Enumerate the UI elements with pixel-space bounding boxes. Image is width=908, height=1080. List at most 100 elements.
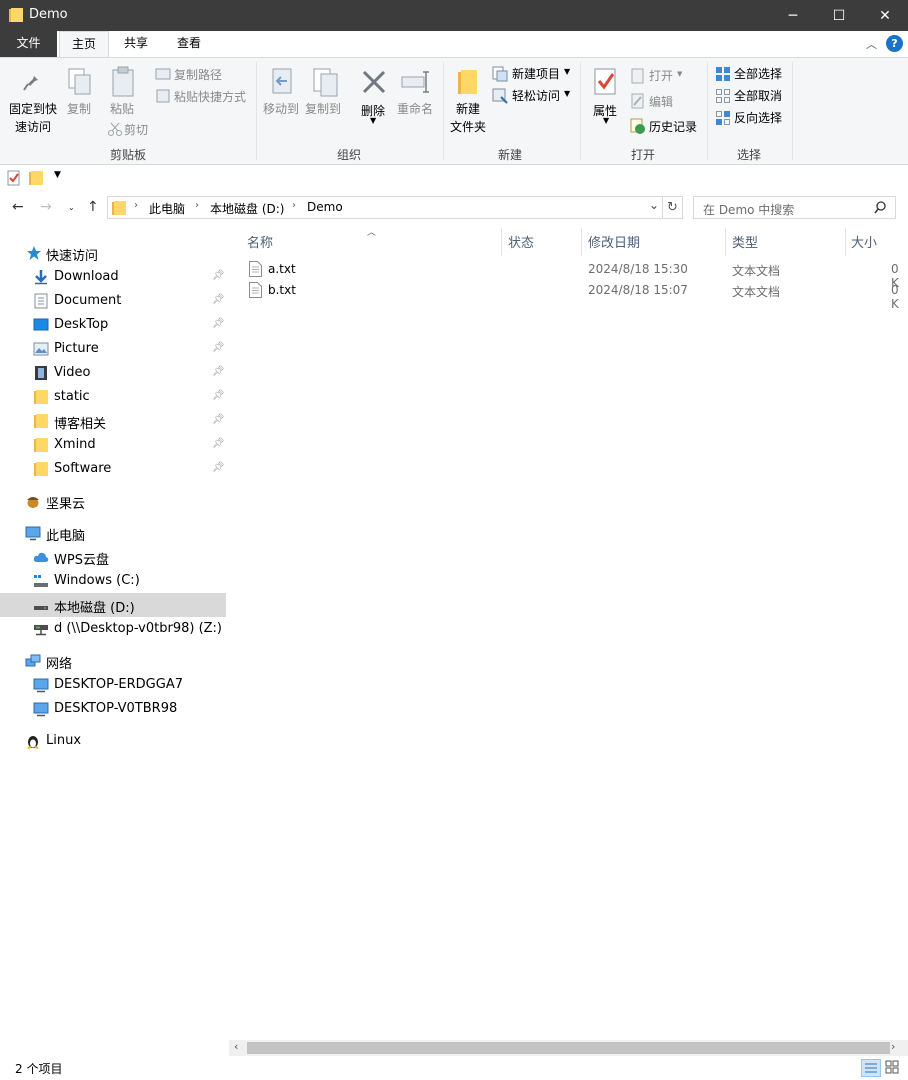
search-input[interactable]: 在 Demo 中搜索 — [693, 196, 896, 219]
file-row[interactable]: b.txt 2024/8/18 15:07 文本文档 0 K — [245, 280, 908, 311]
horizontal-scrollbar[interactable]: ‹ › — [229, 1040, 908, 1056]
refresh-icon: ↻ — [667, 200, 678, 215]
invert-selection-button[interactable]: 反向选择 — [734, 109, 782, 126]
maximize-button[interactable]: ☐ — [816, 0, 862, 31]
nav-item-network-drive[interactable]: d (\\Desktop-v0tbr98) (Z:) — [0, 617, 226, 641]
delete-dropdown-icon[interactable]: ▼ — [370, 116, 376, 125]
breadcrumb-demo[interactable]: Demo — [307, 200, 343, 214]
large-icons-view-button[interactable] — [883, 1059, 903, 1077]
open-dropdown-icon[interactable]: ▼ — [677, 70, 682, 78]
properties-icon[interactable] — [7, 170, 21, 186]
column-header-name[interactable]: 名称 — [247, 232, 273, 251]
tab-view[interactable]: 查看 — [164, 31, 214, 57]
file-list: ︿ 名称 状态 修改日期 类型 大小 a.txt 2024/8/18 15:30… — [229, 228, 908, 1040]
breadcrumb-separator[interactable]: › — [134, 200, 138, 211]
navigation-pane: 快速访问 Download 📌︎ Document 📌︎ DeskTop 📌︎ … — [0, 228, 228, 1051]
copy-to-button[interactable]: 复制到 — [305, 100, 341, 117]
file-row[interactable]: a.txt 2024/8/18 15:30 文本文档 0 K — [245, 259, 908, 290]
open-button[interactable]: 打开 — [649, 67, 673, 84]
cloud-icon — [33, 552, 49, 562]
nav-item-software[interactable]: Software 📌︎ — [0, 457, 226, 481]
easy-access-dropdown-icon[interactable]: ▼ — [564, 89, 570, 98]
nav-item-xmind[interactable]: Xmind 📌︎ — [0, 433, 226, 457]
forward-arrow-icon[interactable]: → — [40, 199, 52, 215]
breadcrumb-separator[interactable]: › — [195, 200, 199, 211]
up-arrow-icon[interactable]: ↑ — [87, 199, 99, 215]
copy-to-icon — [313, 68, 338, 97]
new-item-button[interactable]: 新建项目 — [512, 65, 560, 82]
breadcrumb-d-drive[interactable]: 本地磁盘 (D:) — [210, 200, 284, 217]
column-header-size[interactable]: 大小 — [851, 232, 877, 251]
nav-item-desktop-v0tbr98[interactable]: DESKTOP-V0TBR98 — [0, 697, 226, 721]
nav-item-document[interactable]: Document 📌︎ — [0, 289, 226, 313]
window-title: Demo — [29, 7, 68, 22]
network-icon — [25, 654, 41, 667]
cut-button[interactable]: 剪切 — [124, 121, 148, 138]
column-header-status[interactable]: 状态 — [508, 232, 534, 251]
new-folder-icon[interactable] — [29, 170, 43, 186]
select-none-button[interactable]: 全部取消 — [734, 87, 782, 104]
nav-item-blog[interactable]: 博客相关 📌︎ — [0, 409, 226, 433]
tab-home[interactable]: 主页 — [59, 31, 109, 58]
tab-file[interactable]: 文件 — [0, 31, 57, 57]
close-button[interactable]: ✕ — [862, 0, 908, 31]
column-header-type[interactable]: 类型 — [732, 232, 758, 251]
refresh-button[interactable]: ↻ — [663, 196, 683, 219]
move-to-button[interactable]: 移动到 — [263, 100, 299, 117]
back-arrow-icon[interactable]: ← — [12, 199, 24, 215]
nav-label: Download — [54, 269, 119, 284]
edit-button[interactable]: 编辑 — [649, 93, 673, 110]
details-view-button[interactable] — [861, 1059, 881, 1077]
nav-item-wps-cloud[interactable]: WPS云盘 — [0, 545, 226, 569]
nav-label: 此电脑 — [46, 529, 86, 544]
nav-item-picture[interactable]: Picture 📌︎ — [0, 337, 226, 361]
address-bar[interactable]: › 此电脑 › 本地磁盘 (D:) › Demo ⌄ — [107, 196, 663, 219]
nav-item-d-drive[interactable]: 本地磁盘 (D:) — [0, 593, 226, 617]
minimize-button[interactable]: ─ — [770, 0, 816, 31]
scrollbar-thumb[interactable] — [247, 1042, 890, 1054]
nav-label: Xmind — [54, 437, 96, 452]
breadcrumb-this-pc[interactable]: 此电脑 — [149, 200, 185, 217]
paste-shortcut-button[interactable]: 粘贴快捷方式 — [174, 88, 246, 105]
properties-dropdown-icon[interactable]: ▼ — [603, 116, 609, 125]
nav-this-pc[interactable]: 此电脑 — [0, 521, 226, 545]
collapse-ribbon-icon[interactable]: ︿ — [866, 36, 877, 52]
nav-item-video[interactable]: Video 📌︎ — [0, 361, 226, 385]
rename-button[interactable]: 重命名 — [397, 100, 433, 117]
breadcrumb-separator[interactable]: › — [292, 200, 296, 211]
column-divider[interactable] — [581, 228, 582, 256]
tab-share[interactable]: 共享 — [112, 31, 160, 57]
easy-access-button[interactable]: 轻松访问 — [512, 87, 560, 104]
nav-linux[interactable]: Linux — [0, 729, 226, 753]
scroll-left-icon[interactable]: ‹ — [234, 1040, 238, 1053]
pin-quick-access-button[interactable]: 固定到快 — [9, 100, 57, 117]
nav-quick-access[interactable]: 快速访问 — [0, 241, 226, 265]
scissors-icon — [108, 122, 122, 136]
customize-toolbar-icon[interactable]: ▼ — [54, 170, 61, 180]
column-header-modified[interactable]: 修改日期 — [588, 232, 640, 251]
nav-item-static[interactable]: static 📌︎ — [0, 385, 226, 409]
copy-button[interactable]: 复制 — [67, 100, 91, 117]
history-button[interactable]: 历史记录 — [649, 118, 697, 135]
column-divider[interactable] — [845, 228, 846, 256]
nav-item-download[interactable]: Download 📌︎ — [0, 265, 226, 289]
nav-item-desktop-erdgga7[interactable]: DESKTOP-ERDGGA7 — [0, 673, 226, 697]
paste-button[interactable]: 粘贴 — [110, 100, 134, 117]
nav-jianguoyun[interactable]: 坚果云 — [0, 489, 226, 513]
help-icon[interactable]: ? — [886, 35, 903, 52]
pin-icon: 📌︎ — [212, 294, 225, 305]
column-divider[interactable] — [501, 228, 502, 256]
copy-path-icon — [155, 68, 171, 80]
navigation-row: ← → ⌄ ↑ › 此电脑 › 本地磁盘 (D:) › Demo ⌄ ↻ 在 D… — [0, 193, 908, 223]
scroll-right-icon[interactable]: › — [891, 1040, 895, 1053]
nav-network[interactable]: 网络 — [0, 649, 226, 673]
select-all-button[interactable]: 全部选择 — [734, 65, 782, 82]
new-folder-button[interactable]: 新建 — [456, 100, 480, 117]
recent-locations-icon[interactable]: ⌄ — [68, 203, 75, 212]
column-divider[interactable] — [725, 228, 726, 256]
copy-path-button[interactable]: 复制路径 — [174, 66, 222, 83]
nav-item-c-drive[interactable]: Windows (C:) — [0, 569, 226, 593]
new-item-dropdown-icon[interactable]: ▼ — [564, 67, 570, 76]
address-dropdown-icon[interactable]: ⌄ — [649, 198, 659, 212]
nav-item-desktop[interactable]: DeskTop 📌︎ — [0, 313, 226, 337]
